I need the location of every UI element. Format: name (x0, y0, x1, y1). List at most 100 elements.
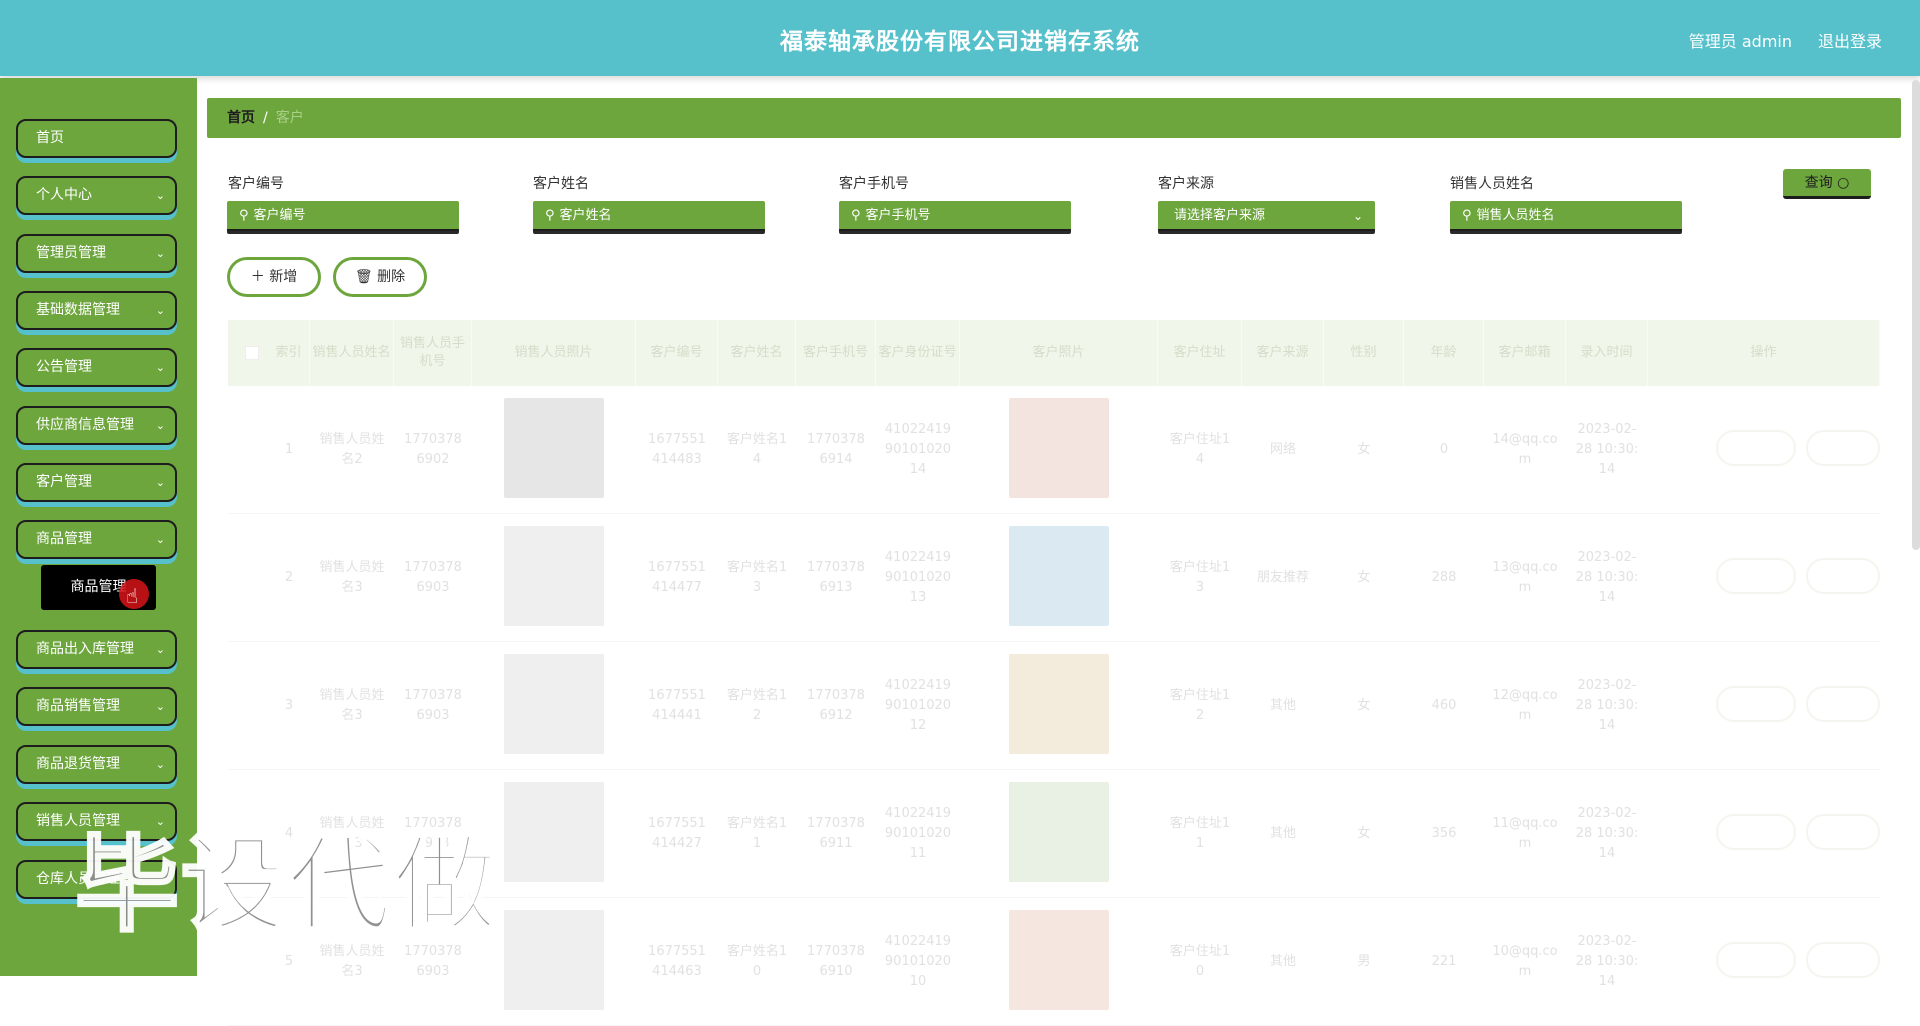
table-cell: 客户姓名12 (726, 688, 788, 723)
chevron-down-icon: ⌄ (155, 419, 165, 432)
label-sales-name: 销售人员姓名 (1450, 176, 1534, 192)
table-cell: 客户姓名14 (726, 432, 788, 467)
table-cell: 客户姓名11 (726, 816, 788, 851)
row-action-button[interactable] (1716, 558, 1796, 594)
table-cell: 客户住址14 (1169, 432, 1231, 467)
row-action-button[interactable] (1716, 430, 1796, 466)
chevron-down-icon: ⌄ (155, 304, 165, 317)
logout-link[interactable]: 退出登录 (1818, 28, 1882, 52)
table-cell: 客户住址11 (1169, 816, 1231, 851)
row-action-button[interactable] (1806, 430, 1880, 466)
table-cell: 客户姓名13 (726, 560, 788, 595)
watermark-text: 毕设代做 (73, 823, 500, 948)
chevron-down-icon: ⌄ (155, 247, 165, 260)
row-action-button[interactable] (1716, 686, 1796, 722)
table-cell: 2023-02-28 10:30:14 (1575, 934, 1639, 989)
column-header: 客户邮箱 (1484, 320, 1566, 386)
breadcrumb-separator: / (263, 110, 268, 126)
column-header: 性别 (1324, 320, 1404, 386)
table-cell: 410224199010102012 (884, 678, 952, 733)
table-cell: 1677551414477 (648, 560, 706, 595)
table-row: 3 销售人员姓名3 17703786903 1677551414441 客户姓名12 17… (228, 642, 1880, 770)
row-action-button[interactable] (1806, 686, 1880, 722)
table-cell: 17703786911 (807, 816, 865, 851)
table-cell: 女 (1357, 826, 1371, 841)
table-cell: 女 (1357, 698, 1371, 713)
search-icon: ○ (1837, 175, 1850, 191)
table-row: 1 销售人员姓名2 17703786902 1677551414483 客户姓名14 17… (228, 386, 1880, 514)
label-customer-name: 客户姓名 (533, 176, 589, 192)
row-action-button[interactable] (1806, 558, 1880, 594)
chevron-down-icon: ⌄ (1352, 209, 1363, 223)
sidebar-item-5[interactable]: 供应商信息管理 ⌄ (16, 406, 177, 445)
top-header: 福泰轴承股份有限公司进销存系统 管理员 admin 退出登录 (0, 0, 1920, 76)
sidebar-item-label: 供应商信息管理 (36, 417, 134, 433)
sidebar-item-9[interactable]: 商品销售管理 ⌄ (16, 687, 177, 726)
table-cell: 客户姓名10 (726, 944, 788, 979)
row-action-button[interactable] (1716, 814, 1796, 850)
table-cell: 17703786902 (404, 432, 462, 467)
column-header: 客户编号 (636, 320, 718, 386)
table-cell: 288 (1431, 570, 1457, 585)
customer-phone-input[interactable]: ⚲ 客户手机号 (839, 201, 1071, 231)
chevron-down-icon: ⌄ (155, 700, 165, 713)
sidebar-item-label: 商品管理 (36, 531, 92, 547)
sidebar-item-label: 个人中心 (36, 187, 92, 203)
breadcrumb-home[interactable]: 首页 (227, 110, 255, 126)
table-cell: 其他 (1269, 826, 1296, 841)
sidebar-item-6[interactable]: 客户管理 ⌄ (16, 463, 177, 502)
sales-photo (504, 526, 604, 626)
sidebar-item-8[interactable]: 商品出入库管理 ⌄ (16, 630, 177, 669)
table-cell: 男 (1357, 954, 1371, 969)
sidebar-item-label: 商品销售管理 (36, 698, 120, 714)
sidebar-item-1[interactable]: 个人中心 ⌄ (16, 176, 177, 215)
sidebar-item-4[interactable]: 公告管理 ⌄ (16, 348, 177, 387)
delete-button[interactable]: 🗑 删除 (333, 257, 427, 297)
table-cell: 女 (1357, 570, 1371, 585)
table-cell: 2023-02-28 10:30:14 (1575, 422, 1639, 477)
customer-photo (1009, 782, 1109, 882)
sales-photo (504, 654, 604, 754)
table-cell: 17703786912 (807, 688, 865, 723)
sidebar-item-label: 商品退货管理 (36, 756, 120, 772)
chevron-down-icon: ⌄ (155, 476, 165, 489)
table-cell: 2 (284, 570, 294, 585)
column-header: 操作 (1648, 320, 1880, 386)
customer-name-input[interactable]: ⚲ 客户姓名 (533, 201, 765, 231)
table-cell: 410224199010102013 (884, 550, 952, 605)
breadcrumb: 首页 / 客户 (207, 98, 1901, 138)
breadcrumb-current: 客户 (275, 110, 304, 126)
customer-source-select[interactable]: 请选择客户来源 ⌄ (1158, 201, 1375, 231)
sidebar-item-2[interactable]: 管理员管理 ⌄ (16, 234, 177, 273)
scrollbar[interactable] (1912, 80, 1920, 550)
customer-code-input[interactable]: ⚲ 客户编号 (227, 201, 459, 231)
table-cell: 410224199010102014 (884, 422, 952, 477)
sidebar-item-10[interactable]: 商品退货管理 ⌄ (16, 745, 177, 784)
search-icon: ⚲ (851, 208, 861, 223)
trash-icon: 🗑 (354, 269, 373, 285)
select-all-checkbox[interactable] (245, 346, 259, 360)
table-cell: 12@qq.com (1492, 688, 1558, 723)
customer-photo (1009, 398, 1109, 498)
table-cell: 朋友推荐 (1256, 570, 1309, 585)
column-header: 客户来源 (1242, 320, 1324, 386)
sidebar-item-3[interactable]: 基础数据管理 ⌄ (16, 291, 177, 330)
table-cell: 1677551414483 (648, 432, 706, 467)
label-customer-code: 客户编号 (228, 176, 284, 192)
table-cell: 460 (1431, 698, 1457, 713)
table-cell: 11@qq.com (1492, 816, 1558, 851)
column-header: 录入时间 (1566, 320, 1648, 386)
sidebar-item-7[interactable]: 商品管理 ⌄ (16, 520, 177, 559)
sales-photo (504, 398, 604, 498)
row-action-button[interactable] (1806, 814, 1880, 850)
row-action-button[interactable] (1716, 942, 1796, 978)
customer-photo (1009, 526, 1109, 626)
table-row: 2 销售人员姓名3 17703786903 1677551414477 客户姓名13 17… (228, 514, 1880, 642)
table-cell: 410224199010102011 (884, 806, 952, 861)
table-cell: 1677551414427 (648, 816, 706, 851)
add-button[interactable]: ＋ 新增 (227, 257, 321, 297)
sales-name-input[interactable]: ⚲ 销售人员姓名 (1450, 201, 1682, 231)
query-button[interactable]: 查询 ○ (1783, 169, 1871, 199)
row-action-button[interactable] (1806, 942, 1880, 978)
sidebar-item-0[interactable]: 首页 (16, 119, 177, 158)
